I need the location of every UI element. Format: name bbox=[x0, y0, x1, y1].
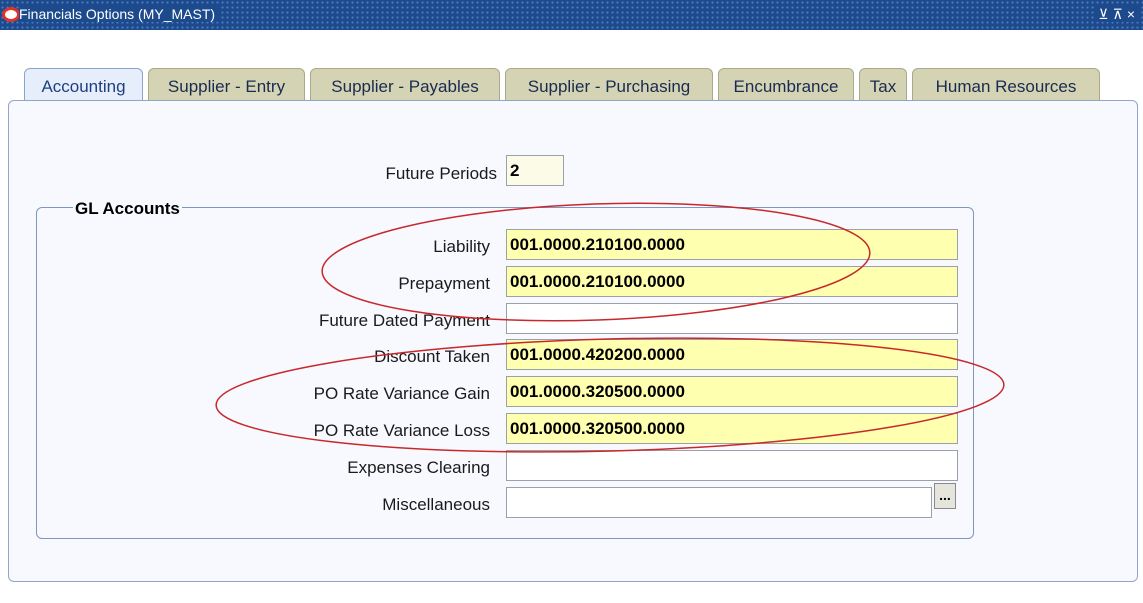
discount-taken-field[interactable]: 001.0000.420200.0000 bbox=[506, 339, 958, 370]
miscellaneous-label: Miscellaneous bbox=[382, 495, 490, 514]
tab-tax[interactable]: Tax bbox=[859, 68, 907, 101]
tab-supplier-purchasing[interactable]: Supplier - Purchasing bbox=[505, 68, 713, 101]
prepayment-field[interactable]: 001.0000.210100.0000 bbox=[506, 266, 958, 297]
future-periods-label: Future Periods bbox=[385, 164, 498, 183]
prepayment-label: Prepayment bbox=[398, 274, 490, 293]
tab-supplier-entry[interactable]: Supplier - Entry bbox=[148, 68, 305, 101]
po-rate-variance-loss-label: PO Rate Variance Loss bbox=[313, 421, 490, 440]
expenses-clearing-label: Expenses Clearing bbox=[347, 458, 490, 477]
miscellaneous-field[interactable] bbox=[506, 487, 932, 518]
window-controls: ⊻⊼× bbox=[1094, 6, 1139, 22]
tab-human-resources[interactable]: Human Resources bbox=[912, 68, 1100, 101]
future-dated-payment-label: Future Dated Payment bbox=[318, 311, 490, 330]
liability-label: Liability bbox=[433, 237, 490, 256]
list-of-values-button[interactable]: ... bbox=[934, 483, 956, 509]
po-rate-variance-loss-field[interactable]: 001.0000.320500.0000 bbox=[506, 413, 958, 444]
maximize-icon[interactable]: ⊼ bbox=[1113, 6, 1127, 22]
window-title: Financials Options (MY_MAST) bbox=[19, 6, 222, 22]
oracle-logo-icon bbox=[2, 7, 20, 22]
expenses-clearing-field[interactable] bbox=[506, 450, 958, 481]
close-icon[interactable]: × bbox=[1127, 6, 1139, 22]
future-periods-field[interactable]: 2 bbox=[506, 155, 564, 186]
tab-encumbrance[interactable]: Encumbrance bbox=[718, 68, 854, 101]
title-bar: Financials Options (MY_MAST) ⊻⊼× bbox=[0, 0, 1143, 30]
tab-accounting[interactable]: Accounting bbox=[24, 68, 143, 104]
minimize-icon[interactable]: ⊻ bbox=[1098, 6, 1112, 22]
gl-accounts-title: GL Accounts bbox=[73, 199, 182, 219]
tab-supplier-payables[interactable]: Supplier - Payables bbox=[310, 68, 500, 101]
po-rate-variance-gain-field[interactable]: 001.0000.320500.0000 bbox=[506, 376, 958, 407]
po-rate-variance-gain-label: PO Rate Variance Gain bbox=[313, 384, 490, 403]
discount-taken-label: Discount Taken bbox=[374, 347, 490, 366]
future-dated-payment-field[interactable] bbox=[506, 303, 958, 334]
liability-field[interactable]: 001.0000.210100.0000 bbox=[506, 229, 958, 260]
